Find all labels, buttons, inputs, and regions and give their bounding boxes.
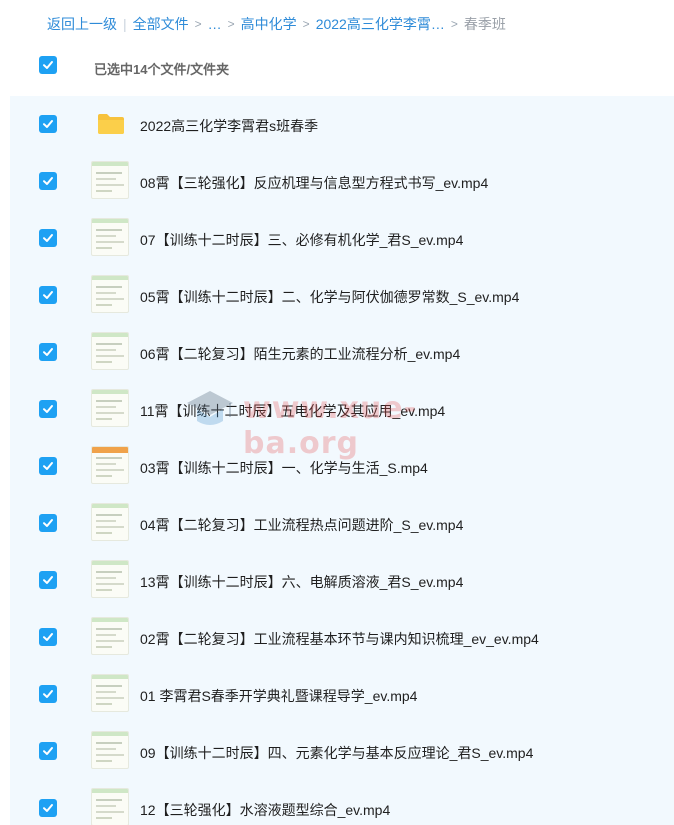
file-name[interactable]: 12【三轮强化】水溶液题型综合_ev.mp4 [140,800,390,820]
selected-count: 已选中14个文件/文件夹 [94,62,230,77]
list-item[interactable]: 08霄【三轮强化】反应机理与信息型方程式书写_ev.mp4 [10,153,674,210]
check-icon [43,747,53,755]
check-icon [43,804,53,812]
row-checkbox[interactable] [39,400,57,418]
check-icon [43,61,53,69]
row-checkbox[interactable] [39,571,57,589]
file-name[interactable]: 09【训练十二时辰】四、元素化学与基本反应理论_君S_ev.mp4 [140,743,533,763]
video-thumbnail [91,275,129,313]
video-thumbnail [91,674,129,712]
back-link[interactable]: 返回上一级 [47,14,117,34]
file-name[interactable]: 04霄【二轮复习】工业流程热点问题进阶_S_ev.mp4 [140,515,463,535]
select-all-row: 已选中14个文件/文件夹 [10,46,674,90]
list-item[interactable]: 13霄【训练十二时辰】六、电解质溶液_君S_ev.mp4 [10,552,674,609]
video-thumbnail [91,218,129,256]
row-checkbox[interactable] [39,343,57,361]
check-icon [43,633,53,641]
breadcrumb-divider: | [123,16,127,32]
video-thumbnail [91,788,129,825]
video-thumbnail [91,332,129,370]
check-icon [43,234,53,242]
check-icon [43,291,53,299]
row-checkbox[interactable] [39,115,57,133]
row-checkbox[interactable] [39,229,57,247]
file-name[interactable]: 03霄【训练十二时辰】一、化学与生活_S.mp4 [140,458,428,478]
list-item[interactable]: 2022高三化学李霄君s班春季 [10,96,674,153]
file-name[interactable]: 01 李霄君S春季开学典礼暨课程导学_ev.mp4 [140,686,417,706]
list-item[interactable]: 06霄【二轮复习】陌生元素的工业流程分析_ev.mp4 [10,324,674,381]
list-item[interactable]: 04霄【二轮复习】工业流程热点问题进阶_S_ev.mp4 [10,495,674,552]
video-thumbnail [91,389,129,427]
file-name[interactable]: 08霄【三轮强化】反应机理与信息型方程式书写_ev.mp4 [140,173,488,193]
check-icon [43,576,53,584]
row-checkbox[interactable] [39,628,57,646]
all-files-link[interactable]: 全部文件 [133,14,189,34]
row-checkbox[interactable] [39,172,57,190]
row-checkbox[interactable] [39,799,57,817]
row-checkbox[interactable] [39,685,57,703]
select-all-checkbox[interactable] [39,56,57,74]
chevron-right-icon: > [450,17,458,31]
list-item[interactable]: 03霄【训练十二时辰】一、化学与生活_S.mp4 [10,438,674,495]
file-name[interactable]: 02霄【二轮复习】工业流程基本环节与课内知识梳理_ev_ev.mp4 [140,629,539,649]
breadcrumb-ellipsis[interactable]: … [208,16,222,32]
video-thumbnail [91,617,129,655]
breadcrumb-level-1[interactable]: 高中化学 [241,14,297,34]
file-name[interactable]: 07【训练十二时辰】三、必修有机化学_君S_ev.mp4 [140,230,463,250]
check-icon [43,519,53,527]
check-icon [43,462,53,470]
breadcrumb-level-2[interactable]: 2022高三化学李霄… [316,14,445,34]
check-icon [43,405,53,413]
list-item[interactable]: 09【训练十二时辰】四、元素化学与基本反应理论_君S_ev.mp4 [10,723,674,780]
check-icon [43,690,53,698]
list-item[interactable]: 12【三轮强化】水溶液题型综合_ev.mp4 [10,780,674,825]
chevron-right-icon: > [227,17,235,31]
check-icon [43,120,53,128]
breadcrumb-current: 春季班 [463,16,506,32]
list-item[interactable]: 07【训练十二时辰】三、必修有机化学_君S_ev.mp4 [10,210,674,267]
row-checkbox[interactable] [39,286,57,304]
video-thumbnail [91,446,129,484]
folder-icon [98,114,124,134]
file-name[interactable]: 05霄【训练十二时辰】二、化学与阿伏伽德罗常数_S_ev.mp4 [140,287,519,307]
video-thumbnail [91,161,129,199]
file-name[interactable]: 13霄【训练十二时辰】六、电解质溶液_君S_ev.mp4 [140,572,463,592]
row-checkbox[interactable] [39,514,57,532]
breadcrumb: 返回上一级 | 全部文件 > … > 高中化学 > 2022高三化学李霄… > … [47,14,506,34]
file-list: 2022高三化学李霄君s班春季 08霄【三轮强化】反应机理与信息型方程式书写_e… [10,96,674,825]
file-name[interactable]: 11霄【训练十二时辰】五电化学及其应用_ev.mp4 [140,401,445,421]
list-item[interactable]: 11霄【训练十二时辰】五电化学及其应用_ev.mp4 [10,381,674,438]
file-name[interactable]: 06霄【二轮复习】陌生元素的工业流程分析_ev.mp4 [140,344,460,364]
file-name[interactable]: 2022高三化学李霄君s班春季 [140,116,318,136]
check-icon [43,348,53,356]
list-item[interactable]: 02霄【二轮复习】工业流程基本环节与课内知识梳理_ev_ev.mp4 [10,609,674,666]
row-checkbox[interactable] [39,457,57,475]
video-thumbnail [91,503,129,541]
check-icon [43,177,53,185]
video-thumbnail [91,731,129,769]
row-checkbox[interactable] [39,742,57,760]
list-item[interactable]: 05霄【训练十二时辰】二、化学与阿伏伽德罗常数_S_ev.mp4 [10,267,674,324]
chevron-right-icon: > [302,17,310,31]
video-thumbnail [91,560,129,598]
chevron-right-icon: > [194,17,202,31]
list-item[interactable]: 01 李霄君S春季开学典礼暨课程导学_ev.mp4 [10,666,674,723]
